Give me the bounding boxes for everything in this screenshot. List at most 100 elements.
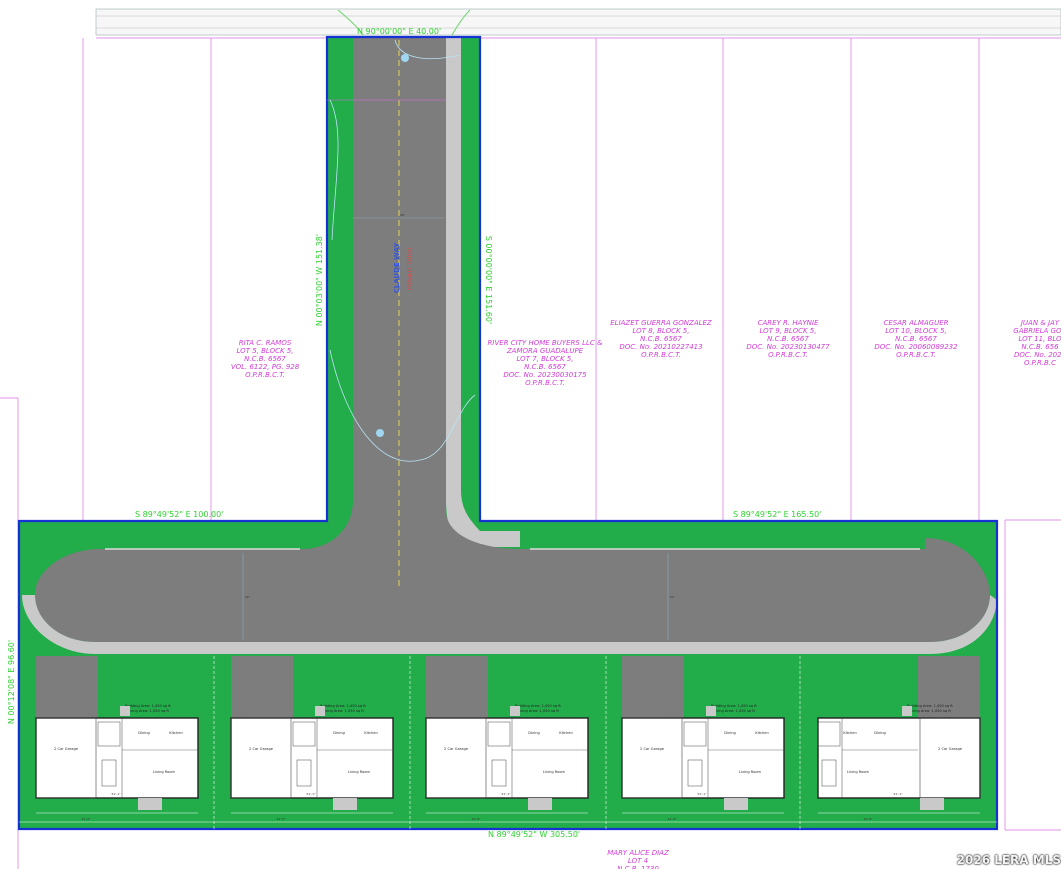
- house-pad: [621, 717, 785, 799]
- meter-pad: [706, 706, 716, 716]
- owner-line: LOT 7, BLOCK 5,: [517, 355, 574, 363]
- owner-line: N.C.B. 6567: [895, 335, 937, 343]
- unit-label: 51'-1": [306, 792, 316, 796]
- bearing-top-right: S 89°49'52" E 165.50': [733, 510, 821, 519]
- unit-label: Kitchen: [755, 731, 769, 735]
- drive-curb: [446, 37, 520, 547]
- meter-pad: [315, 706, 325, 716]
- owner-line: N.C.B. 6567: [524, 363, 566, 371]
- unit-label: 2 Car Garage: [54, 747, 79, 751]
- meter-pad: [902, 706, 912, 716]
- unit-label: Dining: [333, 731, 345, 735]
- owner-line: LOT 10, BLOCK 5,: [885, 327, 946, 335]
- driveway: [426, 656, 488, 718]
- owner-line: O.P.R.B.C.T.: [245, 371, 285, 379]
- unit-label: 2 Car Garage: [249, 747, 274, 751]
- owner-line: N.C.B. 1730: [617, 865, 659, 869]
- owner-line: O.P.R.B.C.T.: [525, 379, 565, 387]
- unit-label: Living Area: 1,050 sq ft: [713, 709, 755, 713]
- walk-pad: [528, 798, 552, 810]
- lot-front-dim: 21'-6": [667, 817, 677, 821]
- unit-label: Living Area: 1,050 sq ft: [517, 709, 559, 713]
- owner-line: N.C.B. 6567: [244, 355, 286, 363]
- unit-label: Building Area: 1,450 sq ft: [907, 704, 953, 708]
- unit-label: Dining: [528, 731, 540, 735]
- unit-label: Kitchen: [843, 731, 857, 735]
- owner-line: DOC. No. 20060089232: [874, 343, 958, 351]
- unit-label: Building Area: 1,450 sq ft: [711, 704, 757, 708]
- drive-width-label: 28': [400, 213, 405, 217]
- unit-label: Kitchen: [559, 731, 573, 735]
- walk-pad: [920, 798, 944, 810]
- owner-line: LOT 5, BLOCK 5,: [237, 347, 294, 355]
- lot-front-dim: 21'-6": [863, 817, 873, 821]
- lot-front-dim: 21'-6": [471, 817, 481, 821]
- owner-line: N.C.B. 6567: [640, 335, 682, 343]
- unit-label: 51'-1": [697, 792, 707, 796]
- walk-pad: [138, 798, 162, 810]
- unit-label: Living Room: [739, 770, 762, 774]
- cul-width-label-2: 52': [670, 595, 675, 599]
- owner-line: DOC. No. 2021: [1014, 351, 1061, 359]
- house-pad: [230, 717, 394, 799]
- unit-label: Building Area: 1,450 sq ft: [320, 704, 366, 708]
- bearing-bottom: N 89°49'52" W 305.50': [488, 830, 580, 839]
- unit-label: Living Area: 1,050 sq ft: [127, 709, 169, 713]
- owner-line: GABRIELA GON: [1013, 327, 1061, 335]
- owner-line: N.C.B. 656: [1021, 343, 1059, 351]
- owner-line: LOT 9, BLOCK 5,: [760, 327, 817, 335]
- owner-line: O.P.R.B.C: [1024, 359, 1056, 367]
- lot-front-dim: 21'-6": [276, 817, 286, 821]
- bearing-left: N 00°12'08" E 96.60': [7, 640, 16, 724]
- unit-label: 2 Car Garage: [938, 747, 963, 751]
- owner-line: O.P.R.B.C.T.: [641, 351, 681, 359]
- owner-line: LOT 11, BLO: [1018, 335, 1061, 343]
- owner-line: CESAR ALMAGUER: [884, 319, 949, 327]
- bearing-north: N 90°00'00" E 40.00': [357, 27, 441, 36]
- cul-width-label: 52': [245, 595, 250, 599]
- house-pad: [817, 717, 981, 799]
- watermark: 2026 LERA MLS: [956, 853, 1061, 867]
- unit-label: Living Room: [348, 770, 371, 774]
- owner-line: RIVER CITY HOME BUYERS LLC &: [488, 339, 603, 347]
- unit-label: Dining: [724, 731, 736, 735]
- house-pad: [425, 717, 589, 799]
- bearing-top-left: S 89°49'52" E 100.00': [135, 510, 223, 519]
- unit-label: Building Area: 1,450 sq ft: [125, 704, 171, 708]
- owner-line: JUAN & JAY: [1019, 319, 1060, 327]
- owner-line: LOT 4: [628, 857, 648, 865]
- unit-label: Building Area: 1,450 sq ft: [515, 704, 561, 708]
- unit-label: 51'-1": [111, 792, 121, 796]
- unit-label: Dining: [874, 731, 886, 735]
- walk-pad: [724, 798, 748, 810]
- unit-label: Living Room: [153, 770, 176, 774]
- owner-line: ELIAZET GUERRA GONZALEZ: [610, 319, 712, 327]
- owner-line: DOC. No. 20230030175: [503, 371, 587, 379]
- unit-label: Kitchen: [364, 731, 378, 735]
- owner-line: VOL. 6122, PG. 928: [231, 363, 300, 371]
- bearing-west-drive: N 00°03'00" W 151.38': [315, 234, 324, 326]
- driveway: [36, 656, 98, 718]
- bearing-east-drive: S 00°00'00" E 151.60': [484, 236, 493, 324]
- house-pad: [35, 717, 199, 799]
- unit-label: 2 Car Garage: [444, 747, 469, 751]
- meter-pad: [120, 706, 130, 716]
- unit-label: 51'-1": [501, 792, 511, 796]
- owner-line: N.C.B. 6567: [767, 335, 809, 343]
- owner-line: MARY ALICE DIAZ: [607, 849, 669, 857]
- owner-line: RITA C. RAMOS: [239, 339, 292, 347]
- owner-line: DOC. No. 20210227413: [619, 343, 702, 351]
- road-label-1: CLAUDE WAY: [393, 242, 401, 294]
- unit-label: 2 Car Garage: [640, 747, 665, 751]
- unit-label: Living Area: 1,050 sq ft: [322, 709, 364, 713]
- owner-line: ZAMORA GUADALUPE: [506, 347, 584, 355]
- lot-front-dim: 21'-6": [81, 817, 91, 821]
- owner-line: CAREY R. HAYNIE: [758, 319, 819, 327]
- unit-label: 51'-1": [893, 792, 903, 796]
- owner-line: LOT 8, BLOCK 5,: [633, 327, 690, 335]
- unit-label: Dining: [138, 731, 150, 735]
- owner-line: O.P.R.B.C.T.: [768, 351, 808, 359]
- unit-label: Living Room: [847, 770, 870, 774]
- driveway: [231, 656, 293, 718]
- unit-label: Kitchen: [169, 731, 183, 735]
